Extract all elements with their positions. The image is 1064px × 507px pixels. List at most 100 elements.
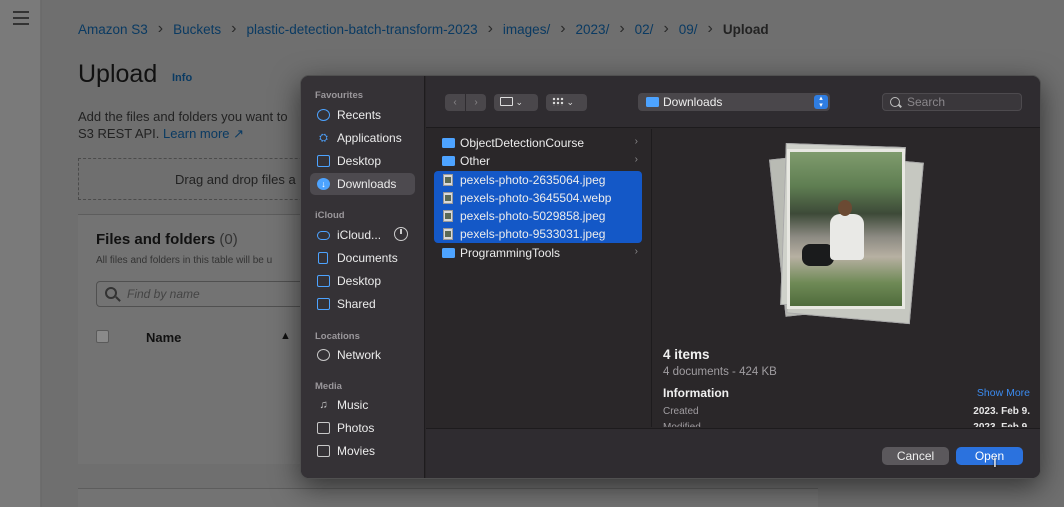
sidebar-item-movies[interactable]: Movies <box>310 440 415 462</box>
preview-items-count: 4 items <box>663 347 710 362</box>
external-link-icon: ↗ <box>233 126 245 141</box>
list-item-file[interactable]: pexels-photo-2635064.jpeg <box>434 171 642 189</box>
sidebar-item-label: Photos <box>337 421 375 435</box>
columns-icon <box>500 97 513 106</box>
breadcrumb-bucket[interactable]: plastic-detection-batch-transform-2023 <box>246 22 477 37</box>
sidebar-item-network[interactable]: Network <box>310 344 415 366</box>
sidebar-item-music[interactable]: ♫ Music <box>310 394 415 416</box>
breadcrumb-images[interactable]: images/ <box>503 22 550 37</box>
location-select[interactable]: Downloads ▴ ▾ <box>638 93 830 111</box>
drop-zone[interactable]: Drag and drop files a <box>78 158 338 200</box>
thumbnail-photo <box>787 149 905 309</box>
forward-button[interactable]: › <box>466 94 486 111</box>
created-value: 2023. Feb 9. <box>973 406 1030 417</box>
select-all-checkbox[interactable] <box>96 330 109 343</box>
sidebar-item-applications[interactable]: ⛭ Applications <box>310 127 415 149</box>
breadcrumb-2023[interactable]: 2023/ <box>576 22 610 37</box>
list-item-file[interactable]: pexels-photo-3645504.webp <box>434 189 642 207</box>
open-button[interactable]: Open <box>956 447 1023 465</box>
globe-icon <box>317 349 330 361</box>
search-placeholder: Search <box>907 95 946 109</box>
applications-icon: ⛭ <box>319 132 328 144</box>
column-header-name[interactable]: Name <box>146 330 181 345</box>
search-icon <box>890 97 900 107</box>
cloud-icon <box>317 231 330 240</box>
list-item-file[interactable]: pexels-photo-9533031.jpeg <box>434 225 642 243</box>
files-and-folders-panel: Files and folders (0) All files and fold… <box>78 214 328 464</box>
sidebar-item-label: iCloud... <box>337 228 382 242</box>
music-note-icon: ♫ <box>319 399 328 411</box>
breadcrumb-09[interactable]: 09/ <box>679 22 698 37</box>
sidebar-item-label: Shared <box>337 297 376 311</box>
created-label: Created <box>663 406 699 417</box>
folder-icon <box>442 138 455 148</box>
show-more-link[interactable]: Show More <box>977 387 1030 399</box>
upload-description: Add the files and folders you want to S3… <box>78 108 308 142</box>
sidebar-item-photos[interactable]: Photos <box>310 417 415 439</box>
search-icon <box>105 287 117 299</box>
file-name: ObjectDetectionCourse <box>460 136 585 150</box>
chevron-down-icon: ⌄ <box>566 97 575 107</box>
files-subtitle: All files and folders in this table will… <box>96 255 273 266</box>
files-count: (0) <box>219 231 238 248</box>
folder-icon <box>646 97 659 107</box>
group-mode-button[interactable]: ⌄ <box>546 94 587 111</box>
preview-thumbnail-stack <box>769 137 924 325</box>
breadcrumb-amazon-s3[interactable]: Amazon S3 <box>78 22 148 37</box>
film-icon <box>317 445 330 457</box>
chevron-right-icon: › <box>634 154 638 165</box>
information-header: Information <box>663 386 729 400</box>
list-item-file[interactable]: pexels-photo-5029858.jpeg <box>434 207 642 225</box>
find-placeholder: Find by name <box>127 287 200 301</box>
dialog-search-input[interactable]: Search <box>882 93 1022 111</box>
file-name: Other <box>460 154 491 168</box>
sidebar-item-label: Music <box>337 398 369 412</box>
sidebar-item-icloud-drive[interactable]: iCloud... <box>310 224 415 246</box>
sidebar-item-recents[interactable]: Recents <box>310 104 415 126</box>
file-name: pexels-photo-9533031.jpeg <box>460 227 606 241</box>
sidebar-item-documents[interactable]: Documents <box>310 247 415 269</box>
media-header: Media <box>315 381 342 392</box>
location-label: Downloads <box>663 95 723 109</box>
sidebar-item-desktop[interactable]: Desktop <box>310 150 415 172</box>
image-file-icon <box>443 228 453 240</box>
grid-icon <box>552 97 564 106</box>
image-file-icon <box>443 174 453 186</box>
find-by-name-input[interactable]: Find by name <box>96 281 326 307</box>
info-link[interactable]: Info <box>172 72 192 84</box>
list-item-folder[interactable]: ProgrammingTools › <box>434 244 642 262</box>
sort-ascending-icon[interactable]: ▲ <box>280 330 291 342</box>
sidebar-item-shared[interactable]: Shared <box>310 293 415 315</box>
favourites-header: Favourites <box>315 90 364 101</box>
page-title: Upload <box>78 60 158 88</box>
breadcrumb-02[interactable]: 02/ <box>635 22 654 37</box>
dialog-footer: Cancel Open <box>426 428 1040 478</box>
file-open-dialog: Favourites Recents ⛭ Applications Desktop… <box>300 75 1041 479</box>
chevron-left-icon: ‹ <box>453 97 457 108</box>
image-file-icon <box>443 192 453 204</box>
back-button[interactable]: ‹ <box>445 94 465 111</box>
files-title-text: Files and folders <box>96 231 216 248</box>
image-file-icon <box>443 210 453 222</box>
sidebar-item-downloads[interactable]: ↓ Downloads <box>310 173 415 195</box>
file-name: pexels-photo-3645504.webp <box>460 191 612 205</box>
preview-pane: 4 items 4 documents - 424 KB Information… <box>653 129 1040 427</box>
chevron-right-icon: › <box>663 20 669 37</box>
breadcrumb-current: Upload <box>722 21 769 37</box>
breadcrumb-buckets[interactable]: Buckets <box>173 22 221 37</box>
list-item-folder[interactable]: ObjectDetectionCourse › <box>434 134 642 152</box>
file-name: pexels-photo-5029858.jpeg <box>460 209 606 223</box>
chevron-down-icon: ⌄ <box>515 97 524 107</box>
clock-icon <box>317 109 330 121</box>
cancel-button[interactable]: Cancel <box>882 447 949 465</box>
view-mode-button[interactable]: ⌄ <box>494 94 538 111</box>
sidebar-item-icloud-desktop[interactable]: Desktop <box>310 270 415 292</box>
preview-summary: 4 documents - 424 KB <box>663 366 777 378</box>
sidebar-item-label: Recents <box>337 108 382 122</box>
chevron-right-icon: › <box>619 20 625 37</box>
learn-more-link[interactable]: Learn more <box>163 126 229 141</box>
menu-icon[interactable] <box>13 11 29 25</box>
file-list: ObjectDetectionCourse › Other › pexels-pho… <box>426 129 652 427</box>
chevron-right-icon: › <box>560 20 566 37</box>
list-item-folder[interactable]: Other › <box>434 152 642 170</box>
